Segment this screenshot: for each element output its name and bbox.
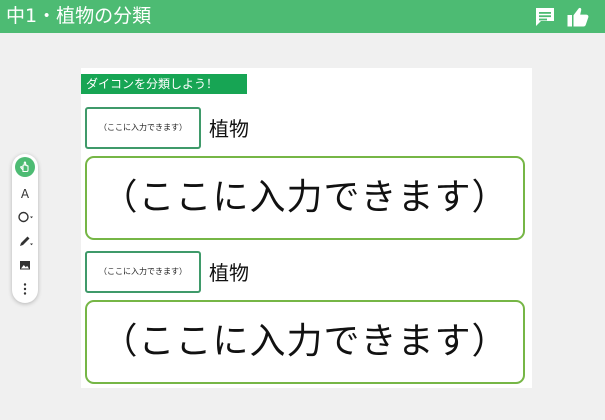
shape-icon[interactable] xyxy=(15,207,35,227)
top-bar: 中1・植物の分類 xyxy=(0,0,605,33)
thumbs-up-icon[interactable] xyxy=(566,5,590,29)
plant-label: 植物 xyxy=(209,261,249,285)
pen-icon[interactable] xyxy=(15,231,35,251)
image-icon[interactable] xyxy=(15,255,35,275)
page-title: 中1・植物の分類 xyxy=(6,5,152,27)
reason-input[interactable]: （ここに入力できます） xyxy=(85,156,525,240)
reason-input[interactable]: （ここに入力できます） xyxy=(85,300,525,384)
hand-icon[interactable] xyxy=(15,157,35,177)
more-icon[interactable] xyxy=(15,279,35,299)
worksheet-canvas: ダイコンを分類しよう！ （ここに入力できます） 植物 （ここに入力できます） （… xyxy=(81,68,532,388)
comment-icon[interactable] xyxy=(533,5,557,29)
svg-text:A: A xyxy=(21,187,30,201)
text-icon[interactable]: A xyxy=(15,183,35,203)
classification-input[interactable]: （ここに入力できます） xyxy=(85,251,201,293)
drawing-toolbar: A xyxy=(12,154,38,303)
classification-input[interactable]: （ここに入力できます） xyxy=(85,107,201,149)
activity-banner: ダイコンを分類しよう！ xyxy=(81,74,247,94)
plant-label: 植物 xyxy=(209,117,249,141)
